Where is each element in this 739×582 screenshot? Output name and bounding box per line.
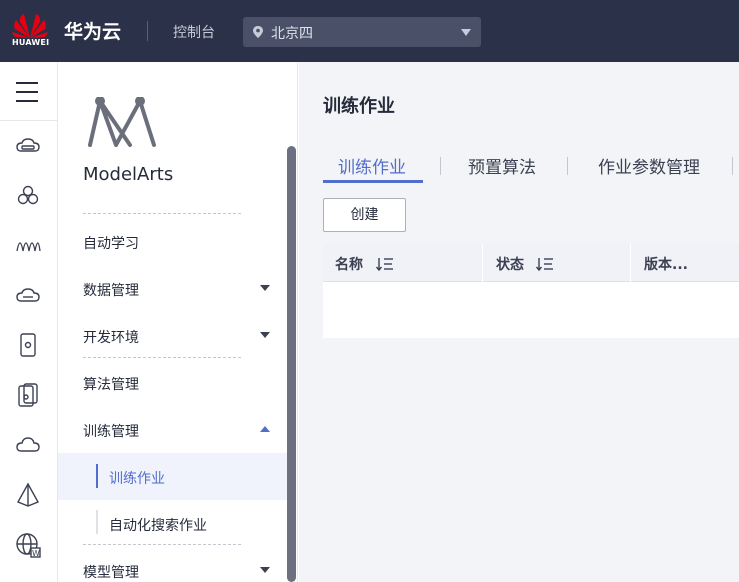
product-sidebar: ModelArts 自动学习 数据管理 开发环境 算法管理 训练管理 训练作业 … — [58, 62, 298, 582]
cloud-server-icon[interactable] — [15, 134, 41, 160]
main-content: 训练作业 训练作业 预置算法 作业参数管理 创建 名称 状态 版本... — [299, 62, 739, 582]
submenu-item-auto-search-jobs[interactable]: 自动化搜索作业 — [109, 515, 207, 535]
menu-item-training-management[interactable]: 训练管理 — [83, 421, 139, 441]
active-tab-indicator — [323, 180, 423, 183]
menu-divider — [83, 544, 241, 545]
mobile-icon[interactable] — [15, 332, 41, 358]
product-title: ModelArts — [83, 164, 174, 185]
menu-item-dev-environment[interactable]: 开发环境 — [83, 327, 139, 347]
column-header-status[interactable]: 状态 — [496, 254, 524, 274]
tab-divider — [567, 157, 568, 175]
menu-item-auto-learning[interactable]: 自动学习 — [83, 233, 139, 253]
menu-icon[interactable] — [16, 82, 38, 102]
menu-divider — [83, 213, 241, 214]
table-body-empty — [323, 282, 739, 338]
chevron-down-icon[interactable] — [260, 332, 270, 338]
chevron-down-icon — [461, 29, 471, 36]
tablet-icon[interactable] — [15, 382, 41, 408]
brand-title[interactable]: 华为云 — [64, 17, 121, 44]
sidebar-scrollbar[interactable] — [287, 146, 296, 582]
menu-item-model-management[interactable]: 模型管理 — [83, 562, 139, 582]
sort-icon[interactable] — [536, 256, 554, 272]
tab-divider — [732, 157, 733, 175]
hexagon-cluster-icon[interactable] — [15, 183, 41, 209]
modelarts-logo — [88, 97, 156, 147]
chevron-down-icon[interactable] — [260, 567, 270, 573]
svg-text:W: W — [32, 549, 40, 558]
submenu-guide-line — [96, 510, 98, 534]
region-label: 北京四 — [271, 26, 313, 42]
top-bar: HUAWEI 华为云 控制台 北京四 — [0, 0, 739, 62]
column-header-name[interactable]: 名称 — [335, 254, 363, 274]
service-rail: W — [0, 62, 58, 582]
console-link[interactable]: 控制台 — [173, 22, 215, 42]
rail-divider — [0, 120, 58, 121]
submenu-active-indicator — [96, 464, 98, 488]
sort-icon[interactable] — [376, 256, 394, 272]
location-pin-icon — [253, 26, 263, 38]
logo-text: HUAWEI — [12, 38, 50, 47]
pyramid-icon[interactable] — [15, 482, 41, 508]
tab-preset-algorithms[interactable]: 预置算法 — [468, 153, 536, 178]
menu-item-data-management[interactable]: 数据管理 — [83, 280, 139, 300]
cloud-icon[interactable] — [15, 432, 41, 458]
table-header: 名称 状态 版本... — [323, 244, 739, 282]
menu-divider — [83, 357, 241, 358]
chevron-up-icon[interactable] — [260, 426, 270, 432]
storage-cloud-icon[interactable] — [15, 282, 41, 308]
globe-icon[interactable]: W — [15, 532, 41, 558]
menu-item-algorithm-management[interactable]: 算法管理 — [83, 374, 139, 394]
column-divider — [630, 244, 631, 282]
tab-divider — [440, 157, 441, 175]
create-button[interactable]: 创建 — [323, 198, 406, 232]
submenu-item-training-jobs[interactable]: 训练作业 — [109, 468, 165, 488]
tab-training-jobs[interactable]: 训练作业 — [338, 153, 406, 178]
column-header-version[interactable]: 版本... — [644, 254, 688, 274]
column-divider — [482, 244, 483, 282]
chevron-down-icon[interactable] — [260, 285, 270, 291]
tab-job-parameters[interactable]: 作业参数管理 — [598, 153, 700, 178]
topbar-divider — [147, 21, 148, 41]
region-selector[interactable]: 北京四 — [243, 17, 481, 47]
page-title: 训练作业 — [323, 96, 395, 117]
signal-wave-icon[interactable] — [15, 231, 41, 257]
submenu-active-highlight — [58, 453, 287, 500]
